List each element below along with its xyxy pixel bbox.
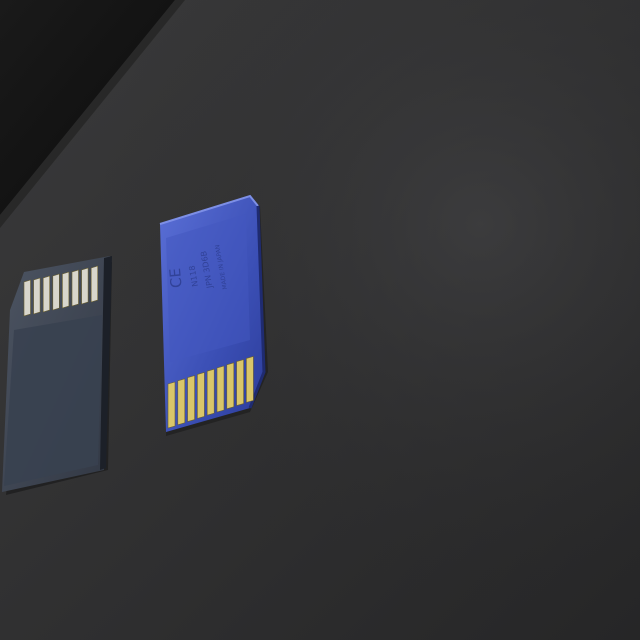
right-contact-pad-5 bbox=[206, 368, 215, 416]
right-contact-pad-9 bbox=[246, 356, 254, 403]
right-contact-pad-2 bbox=[177, 378, 186, 426]
photo-scene: N118 JPN 3D6B MADE IN JAPAN CE bbox=[0, 0, 640, 640]
left-contact-pad-7 bbox=[81, 267, 89, 305]
photo-canvas: N118 JPN 3D6B MADE IN JAPAN CE bbox=[0, 0, 640, 640]
right-sd-card: N118 JPN 3D6B MADE IN JAPAN CE bbox=[159, 194, 268, 436]
left-contact-pad-5 bbox=[62, 271, 70, 309]
right-contact-pad-1 bbox=[167, 381, 176, 429]
left-contact-pad-3 bbox=[42, 275, 51, 313]
ce-mark: CE bbox=[166, 267, 186, 288]
right-contact-pad-3 bbox=[187, 375, 195, 422]
left-contact-pad-8 bbox=[90, 265, 98, 303]
right-contact-pad-8 bbox=[236, 359, 244, 406]
right-contact-pad-4 bbox=[197, 372, 205, 419]
right-contact-pad-6 bbox=[216, 365, 225, 413]
left-contact-pad-1 bbox=[23, 279, 31, 317]
left-contact-pad-6 bbox=[71, 269, 79, 307]
right-contact-pad-7 bbox=[226, 362, 235, 410]
left-contact-pad-2 bbox=[33, 277, 41, 315]
left-sd-card bbox=[2, 256, 112, 495]
left-contact-pad-4 bbox=[52, 273, 60, 311]
